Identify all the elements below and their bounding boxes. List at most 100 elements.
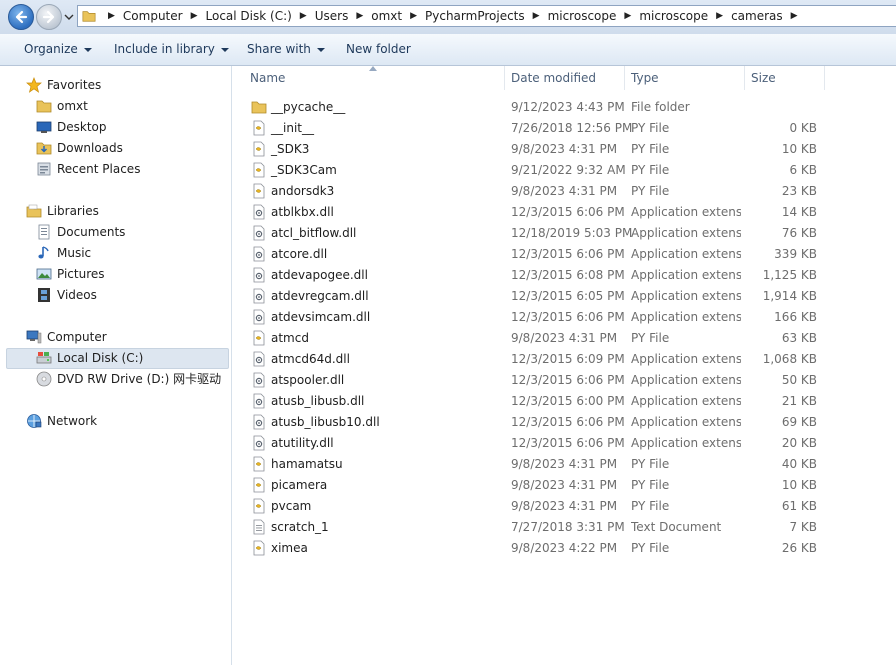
file-date-modified: 7/26/2018 12:56 PM (511, 121, 633, 135)
breadcrumb-separator-icon[interactable]: ▶ (791, 11, 798, 21)
file-date-modified: 9/8/2023 4:22 PM (511, 541, 618, 555)
organize-menu[interactable]: Organize (24, 34, 92, 65)
py-file-icon (253, 498, 265, 514)
file-name: hamamatsu (271, 457, 343, 471)
file-row[interactable]: hamamatsu 9/8/2023 4:31 PM PY File 40 KB (246, 454, 826, 475)
file-row[interactable]: pvcam 9/8/2023 4:31 PM PY File 61 KB (246, 496, 826, 517)
breadcrumb-item[interactable]: Computer (123, 9, 183, 23)
breadcrumb-separator-icon[interactable]: ▶ (533, 11, 540, 21)
file-row[interactable]: atcl_bitflow.dll 12/18/2019 5:03 PM Applic… (246, 223, 826, 244)
file-type: Application extens... (631, 394, 741, 408)
file-row[interactable]: atblkbx.dll 12/3/2015 6:06 PM Application … (246, 202, 826, 223)
nav-label: Videos (57, 288, 97, 302)
file-row[interactable]: andorsdk3 9/8/2023 4:31 PM PY File 23 KB (246, 181, 826, 202)
file-row[interactable]: atutility.dll 12/3/2015 6:06 PM Applicatio… (246, 433, 826, 454)
forward-button[interactable] (36, 4, 62, 30)
folder-icon (251, 101, 267, 114)
py-file-icon (253, 141, 265, 157)
breadcrumb-separator-icon[interactable]: ▶ (624, 11, 631, 21)
breadcrumb-separator-icon[interactable]: ▶ (356, 11, 363, 21)
file-type: PY File (631, 163, 670, 177)
file-date-modified: 9/8/2023 4:31 PM (511, 142, 618, 156)
column-header-size[interactable]: Size (745, 66, 825, 90)
file-size: 0 KB (789, 121, 817, 135)
file-type: File folder (631, 100, 690, 114)
file-row[interactable]: ximea 9/8/2023 4:22 PM PY File 26 KB (246, 538, 826, 559)
breadcrumb-separator-icon[interactable]: ▶ (300, 11, 307, 21)
file-size: 23 KB (781, 184, 817, 198)
breadcrumb-separator-icon[interactable]: ▶ (716, 11, 723, 21)
include-in-library-menu[interactable]: Include in library (114, 34, 229, 65)
breadcrumb: ▶ Computer ▶ Local Disk (C:) ▶ Users ▶ omxt ▶ Pyc… (100, 6, 806, 26)
file-row[interactable]: _SDK3 9/8/2023 4:31 PM PY File 10 KB (246, 139, 826, 160)
breadcrumb-item[interactable]: Local Disk (C:) (206, 9, 292, 23)
file-row[interactable]: atusb_libusb10.dll 12/3/2015 6:06 PM Appli… (246, 412, 826, 433)
file-name: atmcd (271, 331, 309, 345)
file-row[interactable]: atusb_libusb.dll 12/3/2015 6:00 PM Applica… (246, 391, 826, 412)
breadcrumb-item[interactable]: Users (315, 9, 349, 23)
file-row[interactable]: atcore.dll 12/3/2015 6:06 PM Application e… (246, 244, 826, 265)
share-with-menu[interactable]: Share with (247, 34, 325, 65)
py-file-icon (253, 540, 265, 556)
dll-file-icon (253, 246, 265, 262)
file-type: PY File (631, 499, 670, 513)
breadcrumb-separator-icon[interactable]: ▶ (191, 11, 198, 21)
column-header-date-modified[interactable]: Date modified (505, 66, 625, 90)
file-type: PY File (631, 541, 670, 555)
file-name: atspooler.dll (271, 373, 345, 387)
file-row[interactable]: __pycache__ 9/12/2023 4:43 PM File folder (246, 97, 826, 118)
file-row[interactable]: atdevapogee.dll 12/3/2015 6:08 PM Applicat… (246, 265, 826, 286)
dll-file-icon (253, 204, 265, 220)
address-box[interactable]: ▶ Computer ▶ Local Disk (C:) ▶ Users ▶ omxt ▶ Pyc… (77, 5, 896, 27)
file-row[interactable]: _SDK3Cam 9/21/2022 9:32 AM PY File 6 KB (246, 160, 826, 181)
file-name: atutility.dll (271, 436, 334, 450)
file-date-modified: 9/8/2023 4:31 PM (511, 331, 618, 345)
py-file-icon (253, 477, 265, 493)
file-date-modified: 12/3/2015 6:00 PM (511, 394, 625, 408)
file-name: __init__ (271, 121, 314, 135)
file-row[interactable]: scratch_1 7/27/2018 3:31 PM Text Document 7… (246, 517, 826, 538)
breadcrumb-item[interactable]: microscope (548, 9, 617, 23)
file-size: 63 KB (781, 331, 817, 345)
computer-icon (26, 330, 42, 344)
breadcrumb-item[interactable]: PycharmProjects (425, 9, 525, 23)
file-type: PY File (631, 478, 670, 492)
column-header-name[interactable]: Name (244, 66, 505, 90)
column-size-label: Size (751, 71, 776, 85)
breadcrumb-separator-icon[interactable]: ▶ (410, 11, 417, 21)
back-arrow-icon (15, 10, 28, 24)
file-date-modified: 9/8/2023 4:31 PM (511, 478, 618, 492)
nav-label: Downloads (57, 141, 123, 155)
file-size: 1,914 KB (762, 289, 817, 303)
file-row[interactable]: atdevsimcam.dll 12/3/2015 6:06 PM Applicat… (246, 307, 826, 328)
file-size: 6 KB (789, 163, 817, 177)
file-type: Application extens... (631, 352, 741, 366)
file-row[interactable]: atspooler.dll 12/3/2015 6:06 PM Applicatio… (246, 370, 826, 391)
file-row[interactable]: atmcd 9/8/2023 4:31 PM PY File 63 KB (246, 328, 826, 349)
back-button[interactable] (8, 4, 34, 30)
new-folder-button[interactable]: New folder (346, 34, 411, 65)
recent-pages-dropdown-icon[interactable] (64, 12, 74, 22)
file-row[interactable]: atmcd64d.dll 12/3/2015 6:09 PM Application… (246, 349, 826, 370)
dll-file-icon (253, 435, 265, 451)
file-row[interactable]: __init__ 7/26/2018 12:56 PM PY File 0 KB (246, 118, 826, 139)
nav-label: Recent Places (57, 162, 141, 176)
breadcrumb-item[interactable]: microscope (639, 9, 708, 23)
dll-file-icon (253, 414, 265, 430)
file-size: 26 KB (781, 541, 817, 555)
breadcrumb-separator-icon[interactable]: ▶ (108, 11, 115, 21)
file-size: 1,068 KB (762, 352, 817, 366)
file-row[interactable]: atdevregcam.dll 12/3/2015 6:05 PM Applicat… (246, 286, 826, 307)
file-row[interactable]: picamera 9/8/2023 4:31 PM PY File 10 KB (246, 475, 826, 496)
nav-label: Pictures (57, 267, 105, 281)
file-type: PY File (631, 121, 670, 135)
column-header-type[interactable]: Type (625, 66, 745, 90)
nav-label: Local Disk (C:) (57, 351, 144, 365)
file-type: Application extens... (631, 436, 741, 450)
file-name: picamera (271, 478, 328, 492)
dll-file-icon (253, 288, 265, 304)
breadcrumb-item[interactable]: cameras (731, 9, 783, 23)
file-date-modified: 9/21/2022 9:32 AM (511, 163, 626, 177)
file-name: ximea (271, 541, 308, 555)
breadcrumb-item[interactable]: omxt (371, 9, 402, 23)
